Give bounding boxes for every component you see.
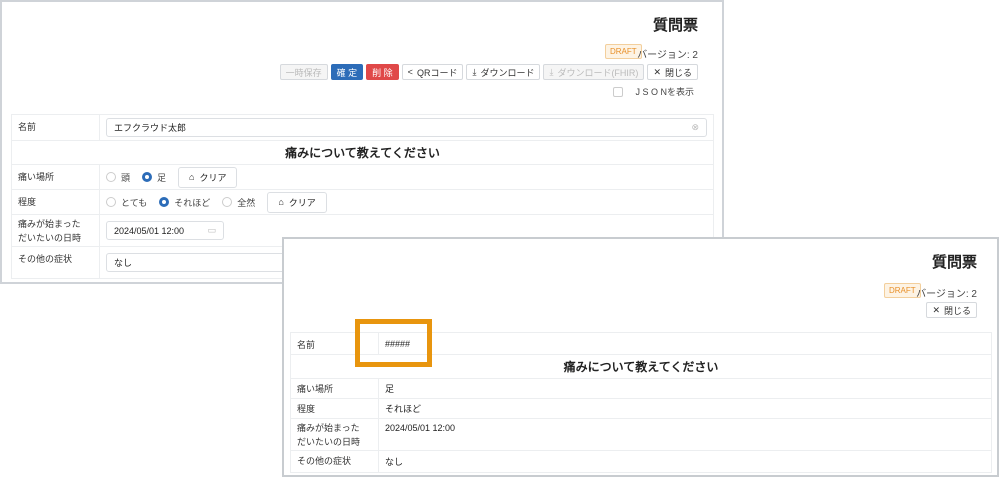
close-icon: ✕ bbox=[932, 304, 940, 315]
section-heading: 痛みについて教えてください bbox=[11, 140, 714, 165]
eraser-icon: ⌂ bbox=[189, 172, 195, 182]
severity-label: 程度 bbox=[11, 189, 100, 215]
onset-value: 2024/05/01 12:00 bbox=[114, 225, 185, 236]
radio-circle-selected[interactable] bbox=[159, 197, 170, 207]
version-label: バージョン: 2 bbox=[637, 50, 698, 61]
radio-label: 頭 bbox=[121, 172, 131, 183]
other-symptoms-label: その他の症状 bbox=[290, 450, 379, 473]
download-fhir-label: ダウンロード(FHIR) bbox=[557, 67, 639, 78]
temp-save-label: 一時保存 bbox=[285, 67, 322, 78]
radio-label: 足 bbox=[157, 172, 167, 183]
download-button[interactable]: ⤓ ダウンロード bbox=[466, 64, 541, 80]
close-label: 閉じる bbox=[664, 67, 692, 78]
pain-location-value: 足 bbox=[378, 378, 992, 399]
download-icon: ⤓ bbox=[472, 66, 477, 77]
onset-value: 2024/05/01 12:00 bbox=[378, 418, 992, 451]
onset-datetime-input[interactable]: 2024/05/01 12:00 ▭ bbox=[106, 221, 224, 240]
name-value: エフクラウド太郎 bbox=[114, 123, 187, 133]
highlight-box bbox=[355, 319, 432, 367]
onset-label: 痛みが始まった だいたいの日時 bbox=[11, 214, 100, 247]
download-fhir-button[interactable]: ⤓ ダウンロード(FHIR) bbox=[543, 64, 645, 80]
radio-not-at-all[interactable]: 全然 bbox=[222, 196, 255, 209]
severity-value: それほど bbox=[378, 398, 992, 419]
clear-button[interactable]: ⌂ クリア bbox=[267, 191, 327, 213]
severity-label: 程度 bbox=[290, 398, 379, 419]
radio-circle[interactable] bbox=[222, 197, 233, 207]
clear-input-icon[interactable]: ⊗ bbox=[691, 122, 699, 133]
version-label: バージョン: 2 bbox=[916, 289, 977, 300]
show-json-checkbox[interactable]: J S O Nを表示 bbox=[613, 85, 694, 98]
onset-label: 痛みが始まった だいたいの日時 bbox=[290, 418, 379, 451]
radio-label: 全然 bbox=[237, 197, 256, 208]
confirm-button[interactable]: 確 定 bbox=[330, 64, 364, 80]
name-label: 名前 bbox=[11, 114, 100, 141]
confirm-label: 確 定 bbox=[336, 67, 358, 78]
other-symptoms-label: その他の症状 bbox=[11, 246, 100, 279]
close-icon: ✕ bbox=[653, 66, 661, 77]
radio-head[interactable]: 頭 bbox=[106, 171, 130, 184]
share-icon: < bbox=[407, 67, 413, 77]
eraser-icon: ⌂ bbox=[278, 197, 284, 207]
pain-location-label: 痛い場所 bbox=[290, 378, 379, 399]
close-button[interactable]: ✕ 閉じる bbox=[647, 64, 698, 80]
radio-very[interactable]: とても bbox=[106, 196, 147, 209]
radio-circle-selected[interactable] bbox=[142, 172, 153, 182]
delete-label: 削 除 bbox=[372, 67, 393, 78]
radio-circle[interactable] bbox=[106, 197, 116, 207]
download-icon: ⤓ bbox=[549, 66, 554, 77]
clear-button[interactable]: ⌂ クリア bbox=[178, 166, 238, 188]
toolbar: 一時保存 確 定 削 除 < QRコード ⤓ ダウンロード ⤓ ダウンロード(FHIR… bbox=[279, 64, 698, 80]
download-label: ダウンロード bbox=[480, 67, 535, 78]
other-symptoms-value: なし bbox=[378, 450, 992, 473]
qr-label: QRコード bbox=[416, 67, 458, 78]
qr-code-button[interactable]: < QRコード bbox=[401, 64, 464, 80]
close-label: 閉じる bbox=[943, 305, 971, 316]
clear-label: クリア bbox=[288, 197, 316, 208]
radio-foot[interactable]: 足 bbox=[142, 171, 166, 184]
other-symptoms-value: なし bbox=[114, 258, 133, 268]
radio-circle[interactable] bbox=[106, 172, 116, 182]
page-title: 質問票 bbox=[931, 254, 977, 271]
close-button[interactable]: ✕ 閉じる bbox=[926, 302, 977, 318]
radio-somewhat[interactable]: それほど bbox=[159, 196, 210, 209]
delete-button[interactable]: 削 除 bbox=[366, 64, 399, 80]
show-json-label: J S O Nを表示 bbox=[635, 87, 694, 97]
radio-label: とても bbox=[121, 197, 148, 208]
page-title: 質問票 bbox=[652, 17, 698, 34]
radio-label: それほど bbox=[174, 197, 211, 208]
temp-save-button[interactable]: 一時保存 bbox=[279, 64, 328, 80]
calendar-icon[interactable]: ▭ bbox=[207, 225, 216, 236]
name-value: ##### bbox=[378, 332, 992, 355]
pain-location-label: 痛い場所 bbox=[11, 164, 100, 190]
name-input[interactable]: エフクラウド太郎 ⊗ bbox=[106, 118, 707, 137]
checkbox-box[interactable] bbox=[613, 86, 624, 97]
clear-label: クリア bbox=[199, 172, 227, 183]
